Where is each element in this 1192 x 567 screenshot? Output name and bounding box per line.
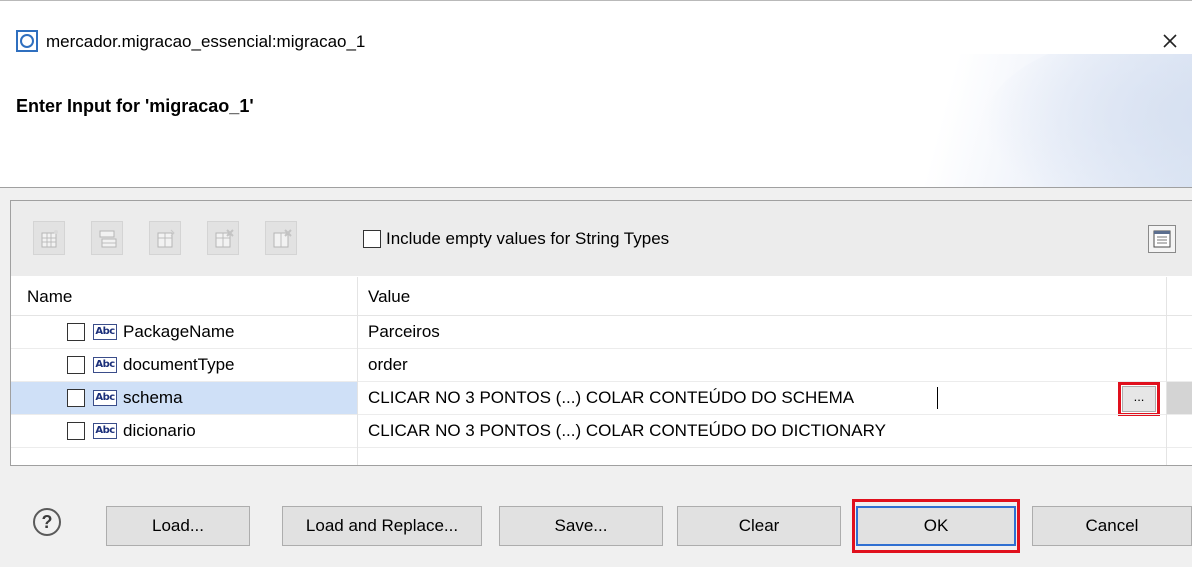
main-panel: Include empty values for String Types Na… xyxy=(0,188,1192,567)
row-edge xyxy=(1166,382,1192,414)
table-row[interactable]: Abc documentType order xyxy=(11,349,1192,381)
column-header-value[interactable]: Value xyxy=(368,287,410,307)
row-checkbox[interactable] xyxy=(67,356,85,374)
param-value[interactable]: CLICAR NO 3 PONTOS (...) COLAR CONTEÚDO … xyxy=(368,421,886,441)
clear-button[interactable]: Clear xyxy=(677,506,841,546)
row-checkbox[interactable] xyxy=(67,389,85,407)
table-row-selected[interactable]: Abc schema CLICAR NO 3 PONTOS (...) COLA… xyxy=(11,382,1192,416)
cancel-button[interactable]: Cancel xyxy=(1032,506,1192,546)
string-type-icon: Abc xyxy=(93,423,117,439)
param-value[interactable]: order xyxy=(368,355,408,375)
ellipsis-highlight-box xyxy=(1118,382,1160,416)
insert-child-icon[interactable] xyxy=(149,221,181,255)
column-header-name[interactable]: Name xyxy=(27,287,72,307)
param-value[interactable]: CLICAR NO 3 PONTOS (...) COLAR CONTEÚDO … xyxy=(368,388,854,408)
string-type-icon: Abc xyxy=(93,357,117,373)
title-bar: mercador.migracao_essencial:migracao_1 xyxy=(0,1,1192,53)
parameter-grid: Name Value Abc PackageName Parceiros Abc… xyxy=(11,277,1192,465)
app-icon xyxy=(16,30,38,52)
input-table: Include empty values for String Types Na… xyxy=(10,200,1192,466)
insert-row-icon[interactable] xyxy=(33,221,65,255)
insert-list-icon[interactable] xyxy=(91,221,123,255)
table-toolbar: Include empty values for String Types xyxy=(11,201,1192,276)
row-divider xyxy=(11,447,1192,448)
row-checkbox[interactable] xyxy=(67,422,85,440)
param-name: PackageName xyxy=(123,322,235,341)
table-layout-icon[interactable] xyxy=(1148,225,1176,253)
load-and-replace-button[interactable]: Load and Replace... xyxy=(282,506,482,546)
window-title: mercador.migracao_essencial:migracao_1 xyxy=(46,32,366,51)
table-row[interactable]: Abc PackageName Parceiros xyxy=(11,316,1192,348)
string-type-icon: Abc xyxy=(93,390,117,406)
dialog-header: Enter Input for 'migracao_1' xyxy=(0,54,1192,188)
row-checkbox[interactable] xyxy=(67,323,85,341)
help-icon[interactable]: ? xyxy=(33,508,61,536)
param-name: documentType xyxy=(123,355,235,374)
column-divider xyxy=(1166,277,1167,465)
param-name: schema xyxy=(123,388,183,407)
include-empty-checkbox[interactable] xyxy=(363,230,381,248)
load-button[interactable]: Load... xyxy=(106,506,250,546)
table-row[interactable]: Abc dicionario CLICAR NO 3 PONTOS (...) … xyxy=(11,415,1192,447)
string-type-icon: Abc xyxy=(93,324,117,340)
dialog-title: Enter Input for 'migracao_1' xyxy=(16,96,254,116)
save-button[interactable]: Save... xyxy=(499,506,663,546)
delete-row-icon[interactable] xyxy=(207,221,239,255)
ok-highlight-box xyxy=(852,499,1020,553)
param-name: dicionario xyxy=(123,421,196,440)
column-divider xyxy=(357,277,358,465)
close-icon[interactable] xyxy=(1156,27,1184,55)
include-empty-label: Include empty values for String Types xyxy=(386,229,670,248)
param-value[interactable]: Parceiros xyxy=(368,322,440,342)
delete-all-icon[interactable] xyxy=(265,221,297,255)
header-decoration xyxy=(980,54,1192,188)
text-cursor xyxy=(937,387,938,409)
